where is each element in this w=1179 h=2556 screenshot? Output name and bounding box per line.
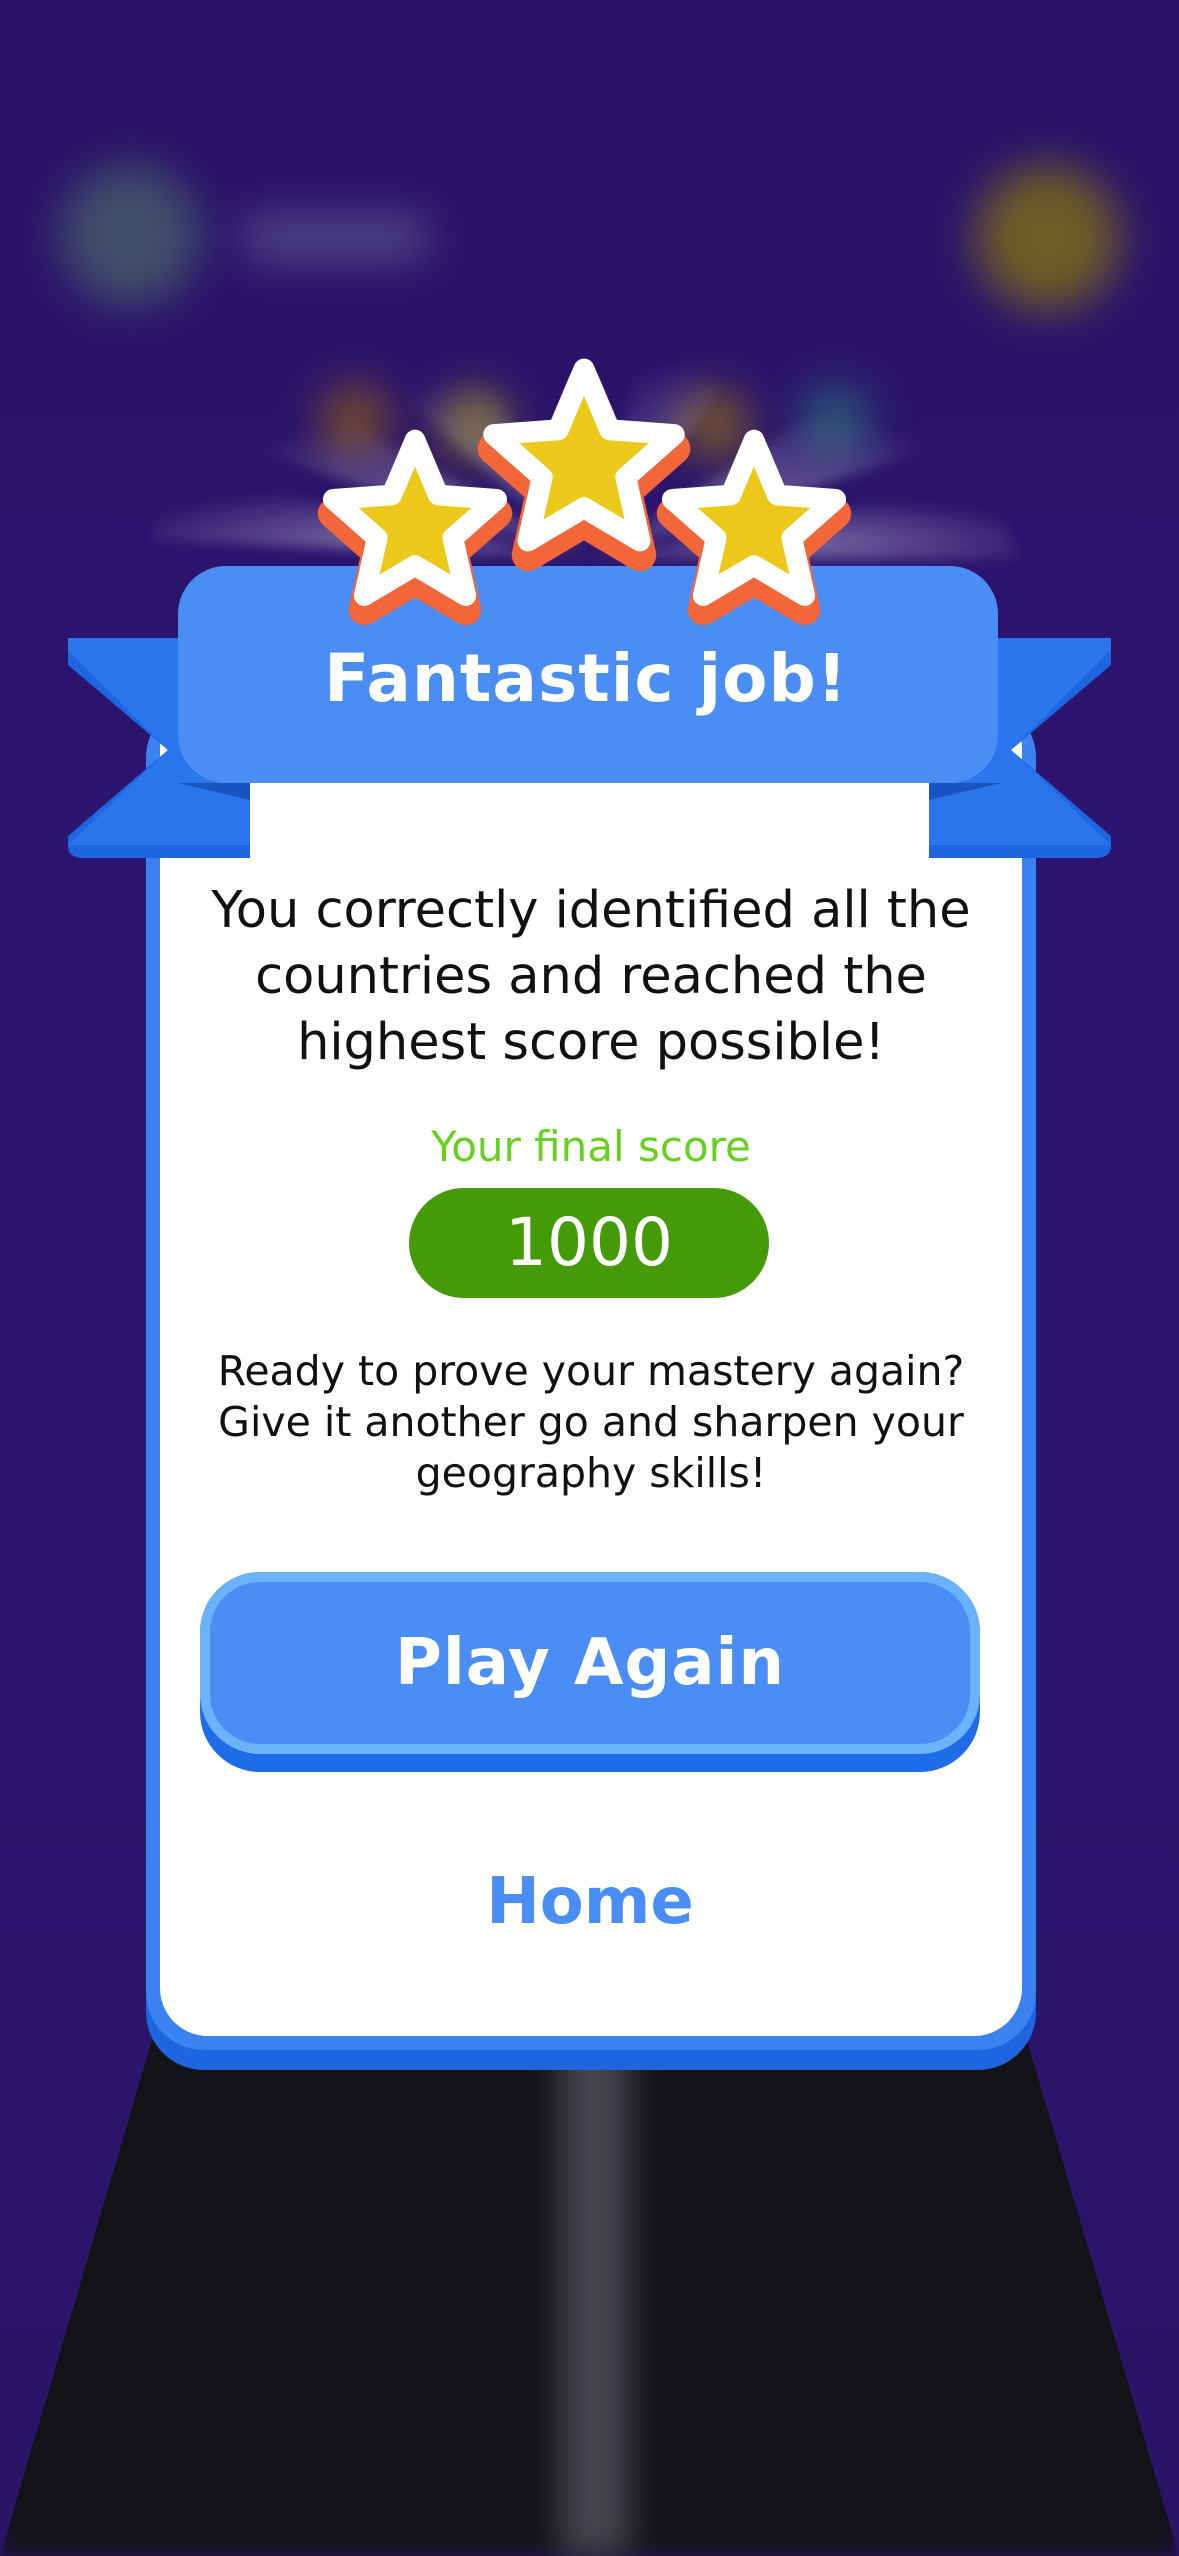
home-button[interactable]: Home bbox=[440, 1862, 740, 1942]
star-rating bbox=[317, 358, 852, 626]
result-message: You correctly identified all the countri… bbox=[211, 881, 971, 1072]
play-again-label: Play Again bbox=[394, 1626, 786, 1700]
background-road-line bbox=[560, 1996, 630, 2556]
encouragement-message: Ready to prove your mastery again? Give … bbox=[217, 1347, 965, 1497]
play-again-button[interactable]: Play Again bbox=[200, 1572, 980, 1772]
star-icon bbox=[477, 358, 691, 572]
final-score-label: Your final score bbox=[431, 1122, 751, 1171]
final-score-badge: 1000 bbox=[409, 1188, 769, 1298]
star-icon bbox=[656, 429, 852, 626]
star-icon bbox=[317, 429, 513, 626]
